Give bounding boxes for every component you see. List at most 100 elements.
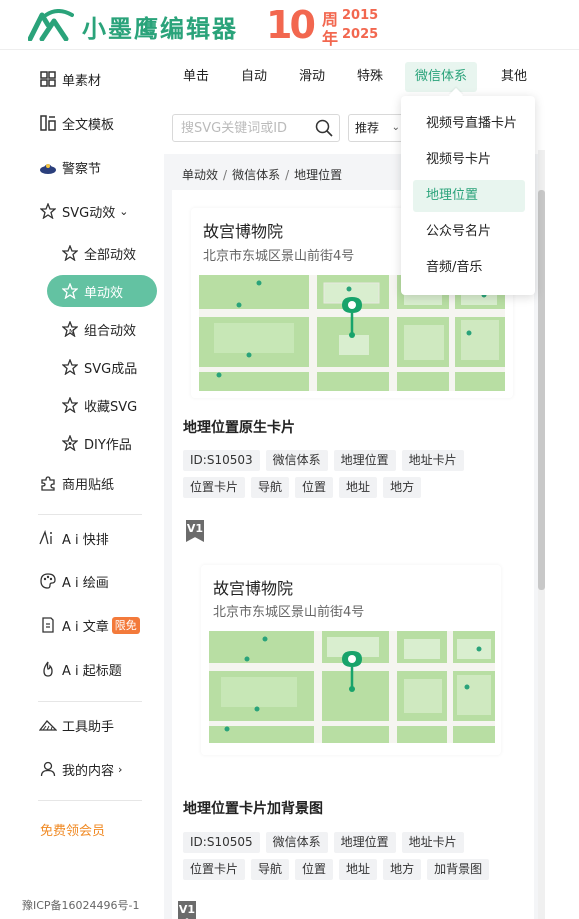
star-n-icon: N <box>60 319 80 339</box>
limited-free-badge: 限免 <box>111 616 140 634</box>
sidebar-item-police-day[interactable]: 警察节 <box>38 152 101 182</box>
logo-icon[interactable] <box>28 9 74 41</box>
dropdown-item-location[interactable]: 地理位置 <box>413 180 525 212</box>
tag[interactable]: 位置卡片 <box>183 477 246 498</box>
free-vip-link[interactable]: 免费领会员 <box>40 820 105 839</box>
breadcrumb-item: 地理位置 <box>294 168 343 182</box>
sidebar-item-my-content[interactable]: 我的内容 › <box>38 754 122 784</box>
star-outline-icon <box>60 357 80 377</box>
sidebar-item-diy-works[interactable]: DIY作品 <box>60 428 132 458</box>
tag[interactable]: 位置卡片 <box>183 859 246 880</box>
tab-other[interactable]: 其他 <box>501 62 527 92</box>
top-header: 小墨鹰编辑器 10 周 年 2015 2025 <box>0 0 579 50</box>
wechat-system-dropdown: 视频号直播卡片 视频号卡片 地理位置 公众号名片 音频/音乐 <box>401 96 535 295</box>
tag[interactable]: ID:S10505 <box>183 832 260 853</box>
poi-name: 故宫博物院 <box>213 579 294 598</box>
dropdown-item-official-account-card[interactable]: 公众号名片 <box>413 216 525 248</box>
sidebar-item-ai-title[interactable]: A i 起标题 <box>38 654 122 684</box>
dropdown-item-channels-card[interactable]: 视频号卡片 <box>413 144 525 176</box>
scrollbar-thumb[interactable] <box>538 190 545 590</box>
tag[interactable]: 位置 <box>295 477 334 498</box>
sidebar-item-combo-effects[interactable]: N 组合动效 <box>60 314 136 344</box>
sidebar-item-all-effects[interactable]: 全部动效 <box>60 238 136 268</box>
tag[interactable]: 地理位置 <box>333 832 396 853</box>
puzzle-icon <box>38 473 58 493</box>
tools-icon <box>38 715 58 735</box>
map-image <box>209 631 495 743</box>
dropdown-item-audio-music[interactable]: 音频/音乐 <box>413 252 525 284</box>
tag[interactable]: 位置 <box>295 859 334 880</box>
tab-wechat-system[interactable]: 微信体系 <box>405 62 478 92</box>
sidebar-item-label: 收藏SVG <box>84 399 138 415</box>
breadcrumb: 单动效 / 微信体系 / 地理位置 <box>182 168 343 182</box>
template-icon <box>38 113 58 133</box>
sidebar-item-ai-layout[interactable]: A i 快排 <box>38 523 109 553</box>
tag[interactable]: 地址卡片 <box>401 450 464 471</box>
tab-slide[interactable]: 滑动 <box>299 62 325 92</box>
grid-icon <box>38 69 58 89</box>
version-badge: V1 <box>178 901 196 919</box>
anniversary-nian: 年 <box>322 29 339 48</box>
search-input[interactable] <box>173 115 309 141</box>
material-card[interactable]: V1 故宫博物院 北京市东城区景山前街4号 地理位置卡片加背景图 ID:S105… <box>172 520 534 919</box>
anniversary-number: 10 <box>266 3 316 47</box>
sidebar-item-label: DIY作品 <box>84 437 132 453</box>
sidebar-item-ai-article[interactable]: A i 文章 限免 <box>38 610 140 640</box>
tag[interactable]: 地址 <box>339 859 378 880</box>
tag[interactable]: 地址卡片 <box>401 832 464 853</box>
search-icon[interactable] <box>315 119 333 137</box>
icp-record[interactable]: 豫ICP备16024496号-1 <box>22 897 140 913</box>
tag[interactable]: 微信体系 <box>265 450 328 471</box>
tag[interactable]: 地方 <box>383 477 422 498</box>
dropdown-item-channels-live-card[interactable]: 视频号直播卡片 <box>413 108 525 140</box>
police-icon <box>38 157 58 177</box>
sidebar-item-label: A i 起标题 <box>62 663 122 679</box>
sidebar-item-label: SVG成品 <box>84 361 138 377</box>
sidebar-item-commercial-stickers[interactable]: 商用贴纸 <box>38 468 114 498</box>
tag[interactable]: 导航 <box>251 477 290 498</box>
location-card-preview: 故宫博物院 北京市东城区景山前街4号 <box>201 565 501 755</box>
sidebar-item-label: 单素材 <box>62 73 102 89</box>
chevron-down-icon: ⌄ <box>391 122 400 133</box>
star-outline-icon <box>60 395 80 415</box>
sidebar-item-svg-products[interactable]: SVG成品 <box>60 352 137 382</box>
ai-icon <box>38 528 58 548</box>
sidebar-item-ai-drawing[interactable]: A i 绘画 <box>38 566 109 596</box>
sort-select[interactable]: 推荐 ⌄ <box>348 114 404 142</box>
sidebar-item-label: A i 快排 <box>62 532 109 548</box>
tag[interactable]: 地址 <box>339 477 378 498</box>
tag[interactable]: 微信体系 <box>265 832 328 853</box>
tag[interactable]: 地方 <box>383 859 422 880</box>
document-icon <box>38 615 58 635</box>
sidebar-item-single-effect[interactable]: 单动效 <box>47 275 157 307</box>
user-icon <box>38 759 58 779</box>
sidebar-item-label: 单动效 <box>84 285 124 301</box>
sidebar-item-tools[interactable]: 工具助手 <box>38 710 114 740</box>
sidebar-item-label: A i 文章 <box>62 619 109 635</box>
tag[interactable]: 地理位置 <box>333 450 396 471</box>
sidebar-item-label: SVG动效 <box>62 205 116 221</box>
breadcrumb-item[interactable]: 微信体系 <box>232 168 280 182</box>
sidebar-item-full-template[interactable]: 全文模板 <box>38 108 114 138</box>
sidebar-item-label: A i 绘画 <box>62 575 109 591</box>
star-outline-icon <box>60 243 80 263</box>
search-box <box>172 114 340 142</box>
star-diy-icon <box>60 433 80 453</box>
sidebar-item-label: 警察节 <box>62 161 102 177</box>
tag[interactable]: 导航 <box>251 859 290 880</box>
tag[interactable]: 加背景图 <box>427 859 490 880</box>
breadcrumb-item[interactable]: 单动效 <box>182 168 218 182</box>
tab-click[interactable]: 单击 <box>183 62 209 92</box>
card-title: 地理位置原生卡片 <box>183 420 295 436</box>
tag[interactable]: ID:S10503 <box>183 450 260 471</box>
poi-address: 北京市东城区景山前街4号 <box>213 605 365 620</box>
sidebar-item-single-material[interactable]: 单素材 <box>38 64 101 94</box>
sidebar-divider <box>38 800 142 801</box>
poi-address: 北京市东城区景山前街4号 <box>203 249 355 264</box>
sidebar-item-svg-effects[interactable]: SVG动效 ⌄ <box>38 196 128 226</box>
sidebar-item-favorite-svg[interactable]: 收藏SVG <box>60 390 137 420</box>
brand-name[interactable]: 小墨鹰编辑器 <box>82 9 238 44</box>
tab-special[interactable]: 特殊 <box>357 62 383 92</box>
flame-icon <box>38 659 58 679</box>
tab-auto[interactable]: 自动 <box>241 62 267 92</box>
